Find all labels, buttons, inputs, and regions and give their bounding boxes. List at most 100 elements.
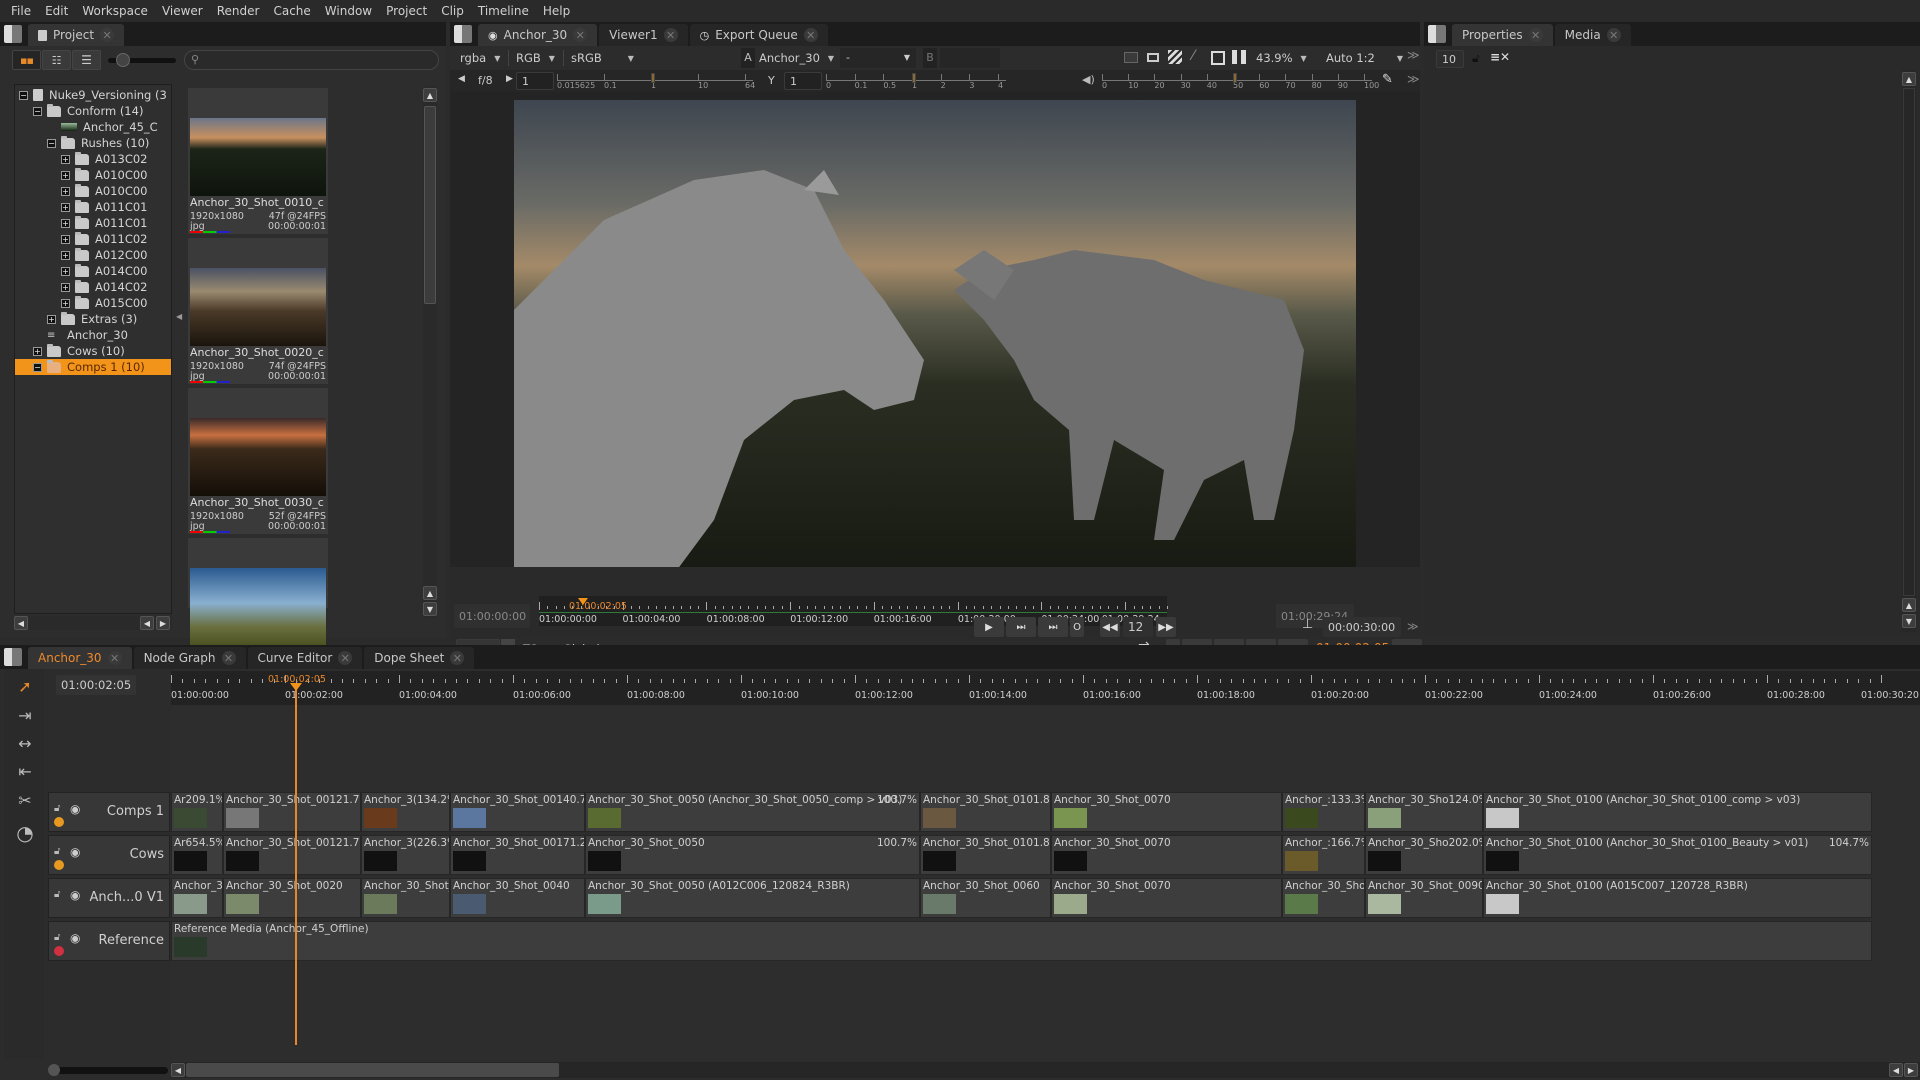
collapse-icon[interactable]: − [33, 362, 42, 372]
scroll-up-button[interactable]: ▲ [1902, 72, 1916, 86]
track-header[interactable]: 🔓︎ ◉ Comps 1 [48, 792, 170, 832]
expand-toolbar-icon[interactable]: ≫ [1407, 48, 1420, 62]
tab-media[interactable]: Media ✕ [1554, 24, 1631, 46]
eye-icon[interactable]: ◉ [70, 845, 80, 859]
expand-icon[interactable]: + [61, 202, 70, 212]
panel-menu-icon[interactable] [1428, 25, 1446, 43]
menu-clip[interactable]: Clip [434, 4, 471, 18]
tree-item[interactable]: − Nuke9_Versioning (3 [15, 87, 171, 103]
track-clip[interactable]: Anchor_30_Shot_0060 [920, 878, 1051, 918]
track-header[interactable]: 🔓︎ ◉ Cows [48, 835, 170, 875]
panel-menu-icon[interactable] [4, 648, 22, 666]
eye-icon[interactable]: ◉ [70, 888, 80, 902]
menu-help[interactable]: Help [536, 4, 577, 18]
lut-dropdown[interactable]: sRGB ▼ [571, 49, 634, 67]
menu-edit[interactable]: Edit [38, 4, 75, 18]
tree-splitter[interactable]: ◀ [176, 312, 182, 324]
color-picker-icon[interactable]: ✎ [1382, 72, 1393, 87]
skip-frames-field[interactable]: 12 [1123, 617, 1153, 637]
expand-icon[interactable]: + [33, 346, 42, 356]
tab-anchor-30[interactable]: Anchor_30 ✕ [28, 647, 132, 669]
next-edit-button[interactable]: ⏭ [1006, 617, 1036, 637]
scroll-left-button-2[interactable]: ◀ [1889, 1063, 1903, 1077]
track-clip[interactable]: Anchor_30_Shot_0090 [1365, 878, 1483, 918]
tab-export-queue[interactable]: ◷ Export Queue ✕ [689, 24, 828, 46]
menu-file[interactable]: File [4, 4, 38, 18]
track-clip[interactable]: Ar654.5% [171, 835, 223, 875]
close-icon[interactable]: ✕ [1606, 28, 1621, 42]
tree-item[interactable]: + A011C01 [15, 215, 171, 231]
scroll-up-button-2[interactable]: ▲ [423, 586, 437, 600]
tab-curve-editor[interactable]: Curve Editor ✕ [247, 647, 363, 669]
tree-item[interactable]: Anchor_45_C [15, 119, 171, 135]
expand-toolbar-icon[interactable]: ≫ [1407, 72, 1420, 86]
eye-icon[interactable]: ◉ [70, 931, 80, 945]
track-clip[interactable]: Anchor_30_Shot_0070 [1051, 835, 1282, 875]
tab-viewer1[interactable]: Viewer1 ✕ [599, 24, 688, 46]
go-to-end-button[interactable]: ⏭ [1038, 617, 1068, 637]
clear-panels-icon[interactable]: ≡✕ [1490, 50, 1510, 64]
razor-tool-icon[interactable]: ✂ [12, 791, 38, 813]
lock-icon[interactable]: 🔓︎ [54, 846, 60, 857]
track-clip[interactable]: Anchor_30_Shot_0070 [1051, 878, 1282, 918]
scroll-right-button[interactable]: ▶ [1904, 1063, 1918, 1077]
expand-icon[interactable]: + [61, 234, 70, 244]
media-thumbnail[interactable]: Anchor_30_Shot_0030_c 1920x1080 52f @24FPS… [188, 388, 328, 534]
wipe-icon[interactable]: ⁄ [1192, 48, 1194, 64]
multi-tool-icon[interactable]: ➚ [12, 677, 38, 699]
track-clip[interactable]: Anchor_3( [171, 878, 223, 918]
tree-item[interactable]: + A013C02 [15, 151, 171, 167]
tab-project[interactable]: Project ✕ [28, 24, 125, 46]
track-height-slider[interactable] [48, 1067, 168, 1074]
input-b-dropdown[interactable] [940, 48, 1000, 68]
lock-icon[interactable]: 🔓︎ [54, 932, 60, 943]
track-clip[interactable]: Anchor_30_Shot_0101.8% [920, 792, 1051, 832]
gain-slider[interactable]: 0.015625 0.1 1 10 64 [557, 72, 755, 90]
zoom-dropdown[interactable]: 43.9% ▼ [1256, 49, 1307, 67]
slide-tool-icon[interactable]: ⇤ [12, 762, 38, 784]
tab-node-graph[interactable]: Node Graph ✕ [133, 647, 246, 669]
details-view-button[interactable]: ☷ [42, 50, 71, 70]
expand-icon[interactable]: + [61, 154, 70, 164]
track-clip[interactable]: Anchor_30_Shot_0100 (Anchor_30_Shot_0100… [1483, 792, 1872, 832]
slider-handle[interactable] [1233, 73, 1237, 83]
step-forward-button[interactable]: ▶ [974, 617, 1004, 637]
menu-workspace[interactable]: Workspace [75, 4, 155, 18]
compare-mode-dropdown[interactable]: - ▼ [840, 48, 916, 68]
close-icon[interactable]: ✕ [1528, 28, 1543, 42]
track-clip[interactable]: Anchor_30_Shot_0050 100.7% [585, 835, 920, 875]
timeline-ruler[interactable]: 01:00:00:00 01:00:02:00 01:00:04:00 01:00:0… [171, 671, 1920, 705]
expand-icon[interactable]: + [61, 218, 70, 228]
track-clip[interactable]: Anchor_30_Shot_ [1282, 878, 1365, 918]
lock-icon[interactable]: 🔓︎ [54, 803, 60, 814]
scroll-right-button[interactable]: ▶ [156, 616, 170, 630]
scroll-left-button-2[interactable]: ◀ [140, 616, 154, 630]
scroll-thumb[interactable] [424, 106, 436, 304]
close-icon[interactable]: ✕ [450, 651, 465, 665]
track-clip[interactable]: Anchor_:133.3% [1282, 792, 1365, 832]
track-clip[interactable]: Anchor_30_Shot_0050 (Anchor_30_Shot_0050… [585, 792, 920, 832]
tree-item[interactable]: + A012C00 [15, 247, 171, 263]
close-icon[interactable]: ✕ [663, 28, 678, 42]
slider-handle[interactable] [912, 73, 916, 83]
volume-slider[interactable]: 0 10 20 30 40 50 60 70 80 90 100 [1102, 72, 1379, 90]
zoom-tool-icon[interactable]: ◔ [12, 821, 38, 845]
scroll-track[interactable] [1903, 88, 1915, 596]
move-trim-tool-icon[interactable]: ⇥ [12, 706, 38, 728]
timeline-current-time[interactable]: 01:00:02:05 [56, 675, 136, 695]
media-thumbnail[interactable]: Anchor_30_Shot_0020_c 1920x1080 74f @24FPS… [188, 238, 328, 384]
track-clip[interactable]: Anchor_30_Sho202.0% [1365, 835, 1483, 875]
timeline-scrollbar[interactable]: ◀ ◀ ▶ [171, 1062, 1920, 1078]
menu-project[interactable]: Project [379, 4, 434, 18]
panel-menu-icon[interactable] [4, 25, 22, 43]
slider-handle[interactable] [116, 53, 130, 67]
timeline-playhead[interactable] [295, 687, 297, 1045]
track-clip[interactable]: Reference Media (Anchor_45_Offline) [171, 921, 1872, 961]
fstop-decrease-icon[interactable]: ◀ [458, 74, 465, 84]
tree-item[interactable]: + A010C00 [15, 183, 171, 199]
playback-range-icon[interactable]: ⊥ [1302, 617, 1313, 632]
playhead-handle[interactable] [290, 683, 302, 691]
track-clip[interactable]: Anchor_30_Shot_0020 [223, 878, 361, 918]
panel-menu-icon[interactable] [454, 25, 472, 43]
tree-item[interactable]: + A015C00 [15, 295, 171, 311]
